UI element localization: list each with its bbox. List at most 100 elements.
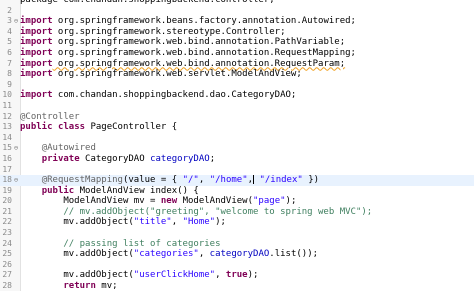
code-text[interactable]: import org.springframework.beans.factory… — [20, 16, 356, 27]
code-token: categoryDAO — [150, 153, 210, 164]
code-token: (value = { — [122, 175, 183, 186]
code-line[interactable]: 8 import org.springframework.web.servlet.… — [0, 69, 474, 80]
code-text[interactable]: // mv.addObject("greeting", "welcome to … — [20, 207, 372, 218]
line-number: 22 — [2, 217, 12, 227]
code-line[interactable]: 13 public class PageController { — [0, 122, 474, 133]
code-token: , — [171, 217, 183, 228]
code-line[interactable]: 11 — [0, 101, 474, 112]
code-line[interactable]: 24 // passing list of categories — [0, 239, 474, 250]
code-line[interactable]: 23 — [0, 228, 474, 239]
line-number: 16 — [2, 153, 12, 163]
code-token: "Home" — [182, 217, 216, 228]
code-token: , — [198, 175, 210, 186]
line-number: 14 — [2, 132, 12, 142]
line-number: 12 — [2, 111, 12, 121]
code-line[interactable]: 6 import org.springframework.web.bind.ann… — [0, 48, 474, 59]
code-text[interactable]: ModelAndView mv = new ModelAndView("page… — [20, 196, 296, 207]
code-text[interactable]: mv.addObject("userClickHome", true); — [20, 270, 258, 281]
code-line[interactable]: 26 — [0, 260, 474, 271]
code-text[interactable]: mv.addObject("title", "Home"); — [20, 217, 226, 228]
code-text[interactable]: import org.springframework.web.bind.anno… — [20, 59, 345, 70]
code-token: "userClickHome" — [133, 270, 216, 281]
code-token: import — [20, 47, 53, 58]
line-number: 6 — [7, 47, 12, 57]
code-line[interactable]: 2 — [0, 6, 474, 17]
line-number: 26 — [2, 259, 12, 269]
code-text[interactable]: public ModelAndView index() { — [20, 186, 199, 197]
code-text[interactable]: private CategoryDAO categoryDAO; — [20, 154, 215, 165]
code-text[interactable]: import org.springframework.web.bind.anno… — [20, 48, 356, 59]
code-line[interactable]: 9 — [0, 80, 474, 91]
code-text[interactable]: @Controller — [20, 112, 80, 123]
code-editor[interactable]: package com.chandan.shoppingbackend.cont… — [0, 0, 474, 291]
line-number: 3 — [7, 16, 12, 26]
line-number: 28 — [2, 281, 12, 291]
code-text[interactable]: import org.springframework.web.bind.anno… — [20, 37, 345, 48]
line-number: 15 — [2, 143, 12, 153]
code-token: "/" — [182, 175, 199, 186]
code-token: return — [63, 281, 96, 291]
line-number: 9 — [7, 79, 12, 89]
code-text[interactable]: public class PageController { — [20, 122, 177, 133]
line-number: 11 — [2, 100, 12, 110]
code-line[interactable]: 18 ⊖ @RequestMapping(value = { "/", "/hom… — [0, 175, 474, 186]
line-number: 17 — [2, 164, 12, 174]
code-line[interactable]: 22 mv.addObject("title", "Home"); — [0, 217, 474, 228]
code-token: @RequestMapping — [41, 175, 123, 186]
code-line[interactable]: 21 // mv.addObject("greeting", "welcome … — [0, 207, 474, 218]
fold-collapse-icon[interactable]: ⊖ — [13, 16, 19, 27]
code-line[interactable]: 4 import org.springframework.stereotype.C… — [0, 27, 474, 38]
code-line[interactable]: 17 — [0, 165, 474, 176]
code-token: .list()); — [269, 249, 319, 260]
code-text[interactable]: return mv; — [20, 281, 117, 291]
line-number: 21 — [2, 206, 12, 216]
code-line[interactable]: 15 ⊖ @Autowired — [0, 143, 474, 154]
code-token: categoryDAO — [209, 249, 270, 260]
code-text[interactable]: @Autowired — [20, 143, 96, 154]
code-line[interactable]: 10 import com.chandan.shoppingbackend.dao… — [0, 90, 474, 101]
code-line[interactable]: 25 mv.addObject("categories", categoryDA… — [0, 249, 474, 260]
fold-collapse-icon[interactable]: ⊖ — [13, 143, 19, 154]
code-text[interactable]: import org.springframework.web.servlet.M… — [20, 69, 302, 80]
code-line[interactable]: 20 ModelAndView mv = new ModelAndView("p… — [0, 196, 474, 207]
code-token: CategoryDAO — [79, 153, 151, 164]
code-text[interactable]: // passing list of categories — [20, 239, 220, 250]
code-token: "/index" — [259, 175, 303, 186]
code-token: "/home" — [209, 175, 248, 186]
code-token: import — [20, 69, 53, 80]
code-line[interactable]: 12 @Controller — [0, 112, 474, 123]
code-token: org.springframework.web.bind.annotation.… — [52, 37, 346, 48]
line-number: 19 — [2, 185, 12, 195]
code-line[interactable]: 19 public ModelAndView index() { — [0, 186, 474, 197]
code-token: com.chandan.shoppingbackend.dao.Category… — [52, 90, 297, 101]
code-token: PageController { — [85, 122, 178, 133]
line-number: 23 — [2, 228, 12, 238]
line-number: 8 — [7, 69, 12, 79]
code-text[interactable]: mv.addObject("categories", categoryDAO.l… — [20, 249, 318, 260]
code-token: private — [41, 153, 80, 164]
code-token: import — [20, 16, 53, 27]
code-line[interactable]: 5 import org.springframework.web.bind.ann… — [0, 37, 474, 48]
code-line[interactable]: 14 — [0, 133, 474, 144]
code-lines[interactable]: package com.chandan.shoppingbackend.cont… — [0, 0, 474, 291]
fold-collapse-icon[interactable]: ⊖ — [13, 175, 19, 186]
code-line[interactable]: 3 ⊖ import org.springframework.beans.facto… — [0, 16, 474, 27]
code-line[interactable]: 27 mv.addObject("userClickHome", true); — [0, 270, 474, 281]
code-token: }) — [302, 175, 320, 186]
line-number: 5 — [7, 37, 12, 47]
code-token: @Autowired — [41, 143, 96, 154]
code-token: // mv.addObject("greeting", "welcome to … — [20, 206, 373, 217]
code-token: mv.addObject( — [20, 270, 134, 281]
code-text[interactable]: import com.chandan.shoppingbackend.dao.C… — [20, 90, 296, 101]
code-text[interactable]: import org.springframework.stereotype.Co… — [20, 27, 286, 38]
line-number: 18 — [2, 175, 12, 185]
code-text[interactable]: @RequestMapping(value = { "/", "/home", … — [20, 175, 319, 186]
code-line[interactable]: 7 import org.springframework.web.bind.ann… — [0, 59, 474, 70]
code-line[interactable]: 28 return mv; — [0, 281, 474, 291]
code-token: class — [57, 122, 86, 133]
code-line[interactable]: 16 private CategoryDAO categoryDAO; — [0, 154, 474, 165]
